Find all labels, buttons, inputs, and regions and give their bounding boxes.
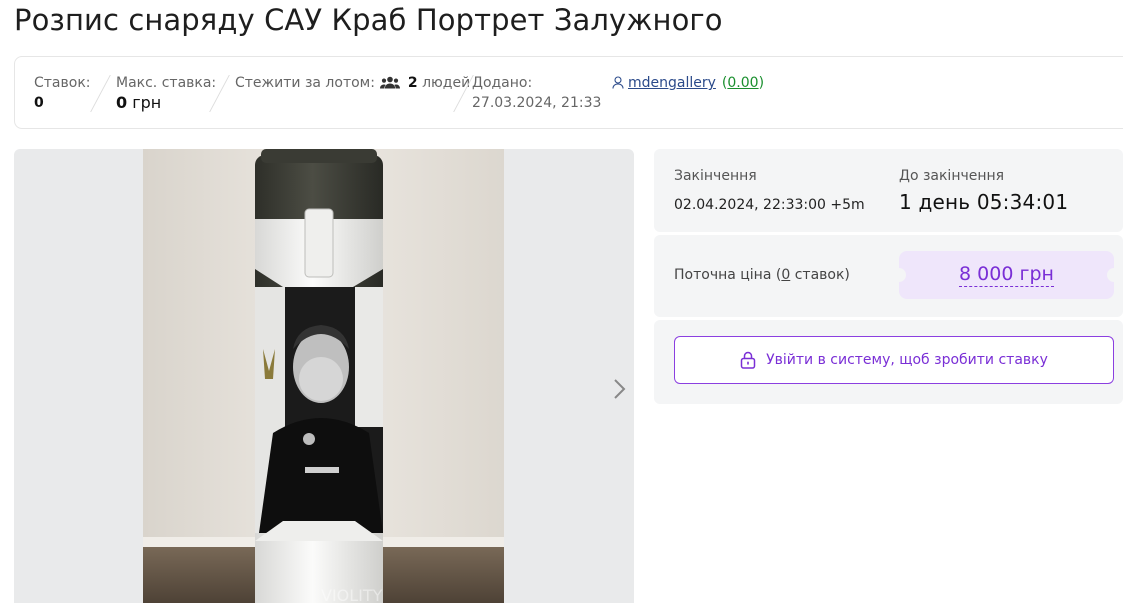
max-bid-label: Макс. ставка:	[116, 75, 217, 91]
watch-suffix: людей	[422, 75, 471, 91]
watch-label: Стежити за лотом:	[235, 75, 375, 91]
lot-page: Розпис снаряду САУ Краб Портрет Залужног…	[0, 0, 1123, 603]
max-bid-stat: Макс. ставка: 0 грн	[116, 75, 216, 111]
auction-timing: Закінчення 02.04.2024, 22:33:00 +5m До з…	[654, 149, 1123, 232]
price-tag: 8 000 грн	[892, 251, 1121, 299]
bids-count-link[interactable]: 0	[781, 267, 790, 283]
people-icon	[380, 76, 401, 89]
current-price-box: Поточна ціна (0 ставок) 8 000 грн	[654, 235, 1123, 317]
current-price-value[interactable]: 8 000 грн	[959, 263, 1054, 287]
end-value: 02.04.2024, 22:33:00 +5m	[674, 197, 865, 213]
bids-stat: Ставок: 0	[34, 75, 91, 111]
current-price-label: Поточна ціна (0 ставок)	[674, 267, 850, 283]
max-bid-currency: грн	[132, 93, 162, 112]
login-box: Увійти в систему, щоб зробити ставку	[654, 320, 1123, 404]
time-left-value: 1 день 05:34:01	[899, 190, 1069, 214]
lot-stats-bar: Ставок: 0 Макс. ставка: 0 грн Стежити за…	[14, 56, 1123, 129]
seller-link[interactable]: mdengallery	[628, 75, 716, 91]
added-value: 27.03.2024, 21:33	[472, 95, 602, 111]
max-bid-value: 0	[116, 93, 128, 112]
seller-rating[interactable]: (0.00)	[722, 75, 764, 91]
user-icon	[612, 76, 624, 89]
time-left-label: До закінчення	[899, 168, 1005, 184]
login-to-bid-label: Увійти в систему, щоб зробити ставку	[766, 352, 1048, 368]
bids-label: Ставок:	[34, 75, 91, 91]
watermark: VIOLITY	[321, 586, 383, 603]
added-label: Додано:	[472, 75, 533, 91]
watch-stat[interactable]: Стежити за лотом: 2 людей	[235, 75, 470, 91]
lot-photo: VIOLITY	[143, 149, 504, 603]
divider	[90, 75, 111, 112]
seller-info: mdengallery (0.00)	[612, 75, 764, 91]
login-to-bid-button[interactable]: Увійти в систему, щоб зробити ставку	[674, 336, 1114, 384]
page-title: Розпис снаряду САУ Краб Портрет Залужног…	[14, 3, 723, 37]
bids-value: 0	[34, 95, 44, 111]
lot-photo-gallery[interactable]: VIOLITY	[14, 149, 634, 603]
chevron-right-icon[interactable]	[611, 375, 629, 403]
lock-icon	[740, 351, 756, 369]
watch-count: 2	[407, 75, 418, 91]
added-stat: Додано: 27.03.2024, 21:33	[472, 75, 601, 111]
end-label: Закінчення	[674, 168, 757, 184]
